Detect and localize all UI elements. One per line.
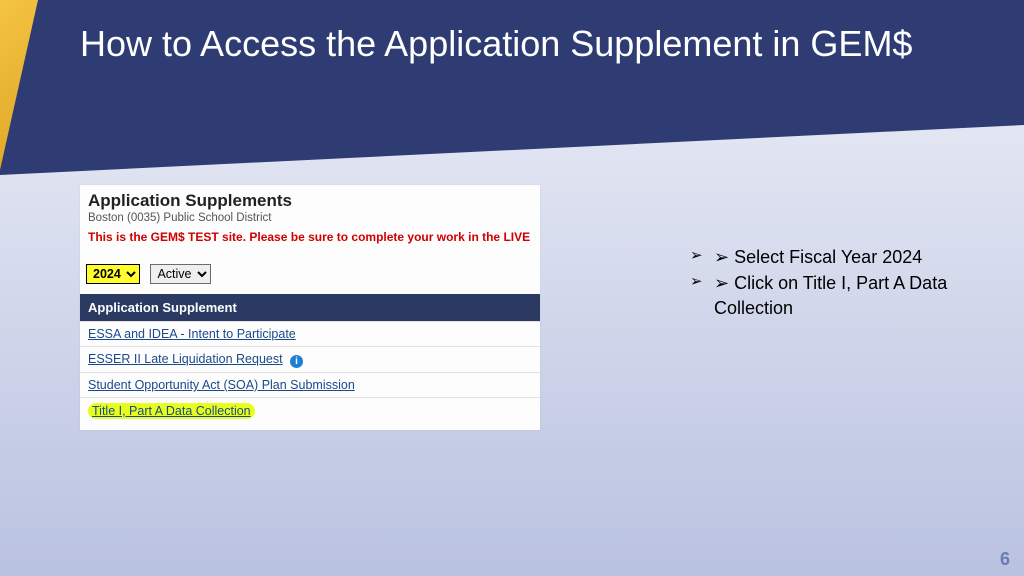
fiscal-year-select[interactable]: 2024 xyxy=(86,264,140,284)
chevron-right-icon: ➢ xyxy=(690,272,703,292)
slide: How to Access the Application Supplement… xyxy=(0,0,1024,576)
table-row: ESSA and IDEA - Intent to Participate xyxy=(80,321,540,346)
table-row: Student Opportunity Act (SOA) Plan Submi… xyxy=(80,372,540,397)
supplement-link-soa[interactable]: Student Opportunity Act (SOA) Plan Submi… xyxy=(88,378,355,392)
table-header: Application Supplement xyxy=(80,294,540,321)
screenshot-panel: Application Supplements Boston (0035) Pu… xyxy=(80,185,540,430)
supplement-link-esser-ii[interactable]: ESSER II Late Liquidation Request xyxy=(88,352,283,366)
chevron-right-icon: ➢ xyxy=(690,246,703,266)
test-site-warning: This is the GEM$ TEST site. Please be su… xyxy=(86,228,534,250)
filter-controls: 2024 Active xyxy=(80,250,540,294)
highlight: Title I, Part A Data Collection xyxy=(88,403,255,419)
list-item: ➢ Click on Title I, Part A Data Collecti… xyxy=(690,271,990,320)
panel-heading: Application Supplements xyxy=(86,189,534,211)
table-row: Title I, Part A Data Collection xyxy=(80,397,540,424)
page-number: 6 xyxy=(1000,549,1010,570)
supplement-link-essa-idea[interactable]: ESSA and IDEA - Intent to Participate xyxy=(88,327,296,341)
instruction-text: Click on Title I, Part A Data Collection xyxy=(714,273,947,317)
status-select[interactable]: Active xyxy=(150,264,211,284)
supplement-link-title-i[interactable]: Title I, Part A Data Collection xyxy=(92,404,251,418)
info-icon[interactable]: i xyxy=(290,355,303,368)
slide-title: How to Access the Application Supplement… xyxy=(80,22,960,65)
instruction-list: ➢ Select Fiscal Year 2024 ➢ Click on Tit… xyxy=(690,245,990,322)
table-row: ESSER II Late Liquidation Request i xyxy=(80,346,540,372)
panel-subheading: Boston (0035) Public School District xyxy=(86,211,534,228)
list-item: ➢ Select Fiscal Year 2024 xyxy=(690,245,990,269)
instruction-text: Select Fiscal Year 2024 xyxy=(734,247,922,267)
